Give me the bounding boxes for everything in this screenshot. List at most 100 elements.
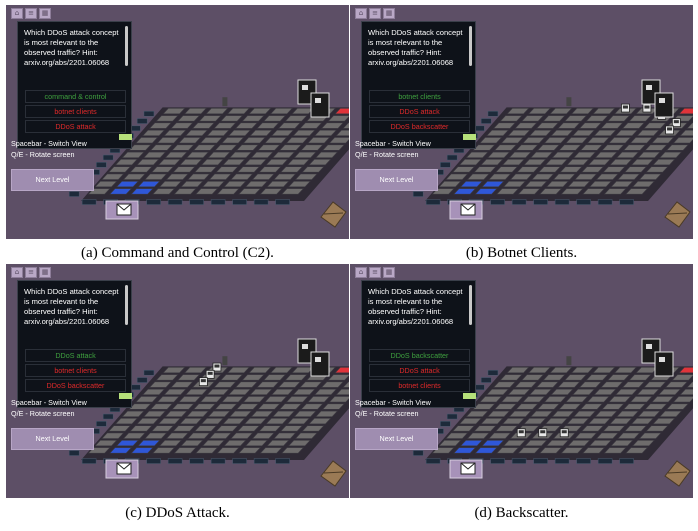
port-label-tile	[490, 458, 505, 464]
menu-icon[interactable]: ≡	[369, 267, 381, 278]
port-label-tile	[597, 199, 613, 205]
toolbar: ⌂ ≡ ▦	[355, 8, 395, 19]
home-icon[interactable]: ⌂	[355, 8, 367, 19]
port-label-tile	[81, 199, 97, 205]
next-level-button[interactable]: Next Level	[355, 169, 438, 191]
rotate-screen-hint: Q/E - Rotate screen	[355, 409, 419, 418]
home-icon[interactable]: ⌂	[11, 267, 23, 278]
server-light	[302, 344, 308, 349]
ip-label-tile	[487, 369, 499, 376]
question-text: Which DDoS attack concept is most releva…	[368, 287, 463, 326]
packet-mark	[561, 430, 567, 434]
menu-icon[interactable]: ≡	[369, 8, 381, 19]
answer-option[interactable]: DDoS attack	[25, 120, 126, 133]
answer-option[interactable]: DDoS backscatter	[369, 349, 470, 362]
server-icon[interactable]	[654, 92, 674, 118]
server-icon[interactable]	[654, 351, 674, 377]
next-level-button[interactable]: Next Level	[355, 428, 438, 450]
ip-label-tile	[96, 421, 107, 427]
subfigure-caption: (a) Command and Control (C2).	[81, 245, 274, 261]
question-box: Which DDoS attack concept is most releva…	[17, 280, 132, 408]
packet-mark	[622, 105, 628, 109]
answer-option[interactable]: command & control	[25, 90, 126, 103]
ip-label-tile	[480, 377, 492, 383]
game-screenshot-panel: ⌂ ≡ ▦ Which DDoS attack concept is most rel…	[6, 5, 349, 239]
crate-icon[interactable]	[320, 460, 347, 487]
crate-icon[interactable]	[664, 460, 691, 487]
answer-option[interactable]: DDoS attack	[369, 364, 470, 377]
server-light	[315, 98, 321, 103]
port-label-tile	[167, 199, 183, 205]
server-light	[646, 85, 652, 90]
port-label-tile	[146, 199, 161, 205]
port-label-tile	[189, 199, 204, 205]
grid-icon[interactable]: ▦	[39, 267, 51, 278]
home-icon[interactable]: ⌂	[11, 8, 23, 19]
grid-icon[interactable]: ▦	[383, 8, 395, 19]
server-icon[interactable]	[310, 92, 330, 118]
port-label-tile	[619, 458, 634, 464]
answer-option[interactable]: DDoS backscatter	[25, 379, 126, 392]
packet-mark	[200, 379, 206, 383]
home-icon[interactable]: ⌂	[355, 267, 367, 278]
server-icon[interactable]	[310, 351, 330, 377]
port-label-tile	[425, 458, 441, 464]
answer-option[interactable]: DDoS attack	[25, 349, 126, 362]
question-box: Which DDoS attack concept is most releva…	[361, 280, 476, 408]
port-label-tile	[533, 458, 548, 464]
switch-view-hint: Spacebar - Switch View	[355, 139, 431, 148]
packet-mark	[667, 127, 673, 131]
server-light	[315, 357, 321, 362]
answer-option[interactable]: botnet clients	[25, 364, 126, 377]
ip-label-tile	[68, 191, 80, 197]
ip-label-tile	[136, 377, 148, 383]
ip-label-tile	[412, 450, 424, 456]
port-label-tile	[210, 458, 226, 464]
rotate-screen-hint: Q/E - Rotate screen	[355, 150, 419, 159]
attacker-figure	[566, 97, 572, 107]
port-label-tile	[232, 199, 247, 205]
game-screenshot-panel: ⌂ ≡ ▦ Which DDoS attack concept is most rel…	[350, 264, 693, 498]
ip-label-tile	[143, 110, 155, 117]
question-scrollbar[interactable]	[125, 26, 128, 66]
port-label-tile	[533, 199, 548, 205]
port-label-tile	[189, 458, 204, 464]
port-label-tile	[253, 199, 269, 205]
port-label-tile	[511, 199, 527, 205]
port-label-tile	[490, 199, 505, 205]
answer-option[interactable]: DDoS backscatter	[369, 120, 470, 133]
question-scrollbar[interactable]	[125, 285, 128, 325]
subfigure-caption: (b) Botnet Clients.	[465, 245, 578, 261]
toolbar: ⌂ ≡ ▦	[11, 8, 51, 19]
answer-option[interactable]: DDoS attack	[369, 105, 470, 118]
ip-label-tile	[446, 154, 458, 161]
answer-option[interactable]: botnet clients	[25, 105, 126, 118]
question-scrollbar[interactable]	[469, 285, 472, 325]
grid-icon[interactable]: ▦	[383, 267, 395, 278]
port-label-tile	[275, 458, 290, 464]
question-text: Which DDoS attack concept is most releva…	[24, 287, 119, 326]
game-screenshot-panel: ⌂ ≡ ▦ Which DDoS attack concept is most rel…	[6, 264, 349, 498]
confirm-indicator	[119, 393, 132, 399]
menu-icon[interactable]: ≡	[25, 267, 37, 278]
next-level-button[interactable]: Next Level	[11, 428, 94, 450]
question-scrollbar[interactable]	[469, 26, 472, 66]
answer-option[interactable]: botnet clients	[369, 90, 470, 103]
ip-label-tile	[102, 413, 114, 420]
question-text: Which DDoS attack concept is most releva…	[368, 28, 463, 67]
crate-icon[interactable]	[664, 201, 691, 228]
grid-icon[interactable]: ▦	[39, 8, 51, 19]
port-label-tile	[554, 458, 570, 464]
packet-mark	[207, 371, 213, 375]
attacker-figure	[222, 97, 228, 107]
crate-icon[interactable]	[320, 201, 347, 228]
next-level-button[interactable]: Next Level	[11, 169, 94, 191]
ip-label-tile	[68, 450, 80, 456]
answer-option[interactable]: botnet clients	[369, 379, 470, 392]
port-label-tile	[576, 458, 591, 464]
subfigure-caption: (c) DDoS Attack.	[125, 505, 230, 521]
menu-icon[interactable]: ≡	[25, 8, 37, 19]
ip-label-tile	[440, 421, 451, 427]
ip-label-tile	[440, 162, 451, 168]
packet-mark	[673, 120, 679, 124]
